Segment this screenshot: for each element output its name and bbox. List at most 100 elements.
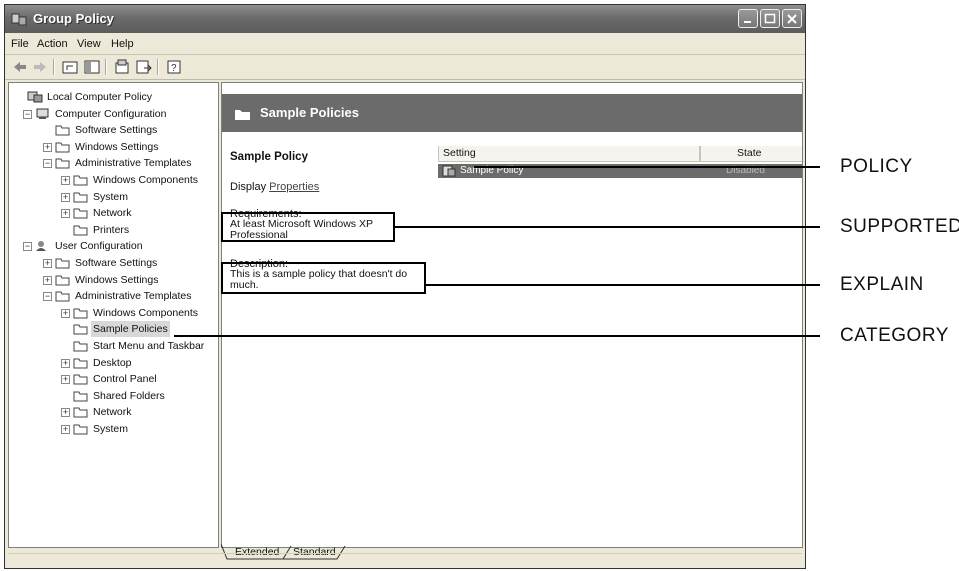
collapse-icon[interactable]: − xyxy=(23,109,32,119)
tree-item-label: Software Settings xyxy=(75,257,158,269)
folder-icon xyxy=(55,274,71,286)
supported-callout-line xyxy=(395,226,820,228)
title-bar[interactable]: Group Policy xyxy=(5,5,805,33)
expand-icon[interactable]: + xyxy=(61,209,70,219)
folder-icon xyxy=(73,423,89,435)
folder-icon xyxy=(73,357,89,369)
column-setting[interactable]: Setting xyxy=(438,146,700,162)
folder-icon xyxy=(55,157,71,169)
supported-callout-box xyxy=(221,212,395,242)
expand-icon[interactable]: + xyxy=(61,176,70,185)
group-policy-icon xyxy=(11,11,27,27)
tree-item-label: Local Computer Policy xyxy=(47,91,153,103)
explain-callout-line xyxy=(426,284,820,286)
tree-item-label: Printers xyxy=(93,223,130,236)
policy-setting-icon xyxy=(442,165,456,182)
details-pane: Sample Policies Sample Policy Display Pr… xyxy=(221,82,803,548)
supported-callout: SUPPORTED xyxy=(840,216,959,237)
tree-item-label: Sample Policies xyxy=(91,321,170,338)
tree-item-label: Software Settings xyxy=(75,124,158,137)
folder-icon xyxy=(234,107,252,124)
toolbar-separator xyxy=(157,59,159,75)
expand-icon[interactable]: + xyxy=(43,275,52,285)
svg-text:?: ? xyxy=(171,63,177,74)
menu-action[interactable]: Action xyxy=(37,38,68,50)
expand-icon[interactable]: + xyxy=(61,192,70,202)
properties-icon[interactable] xyxy=(113,58,131,76)
folder-icon xyxy=(55,257,71,269)
collapse-icon[interactable]: − xyxy=(43,292,52,302)
tree-item-label: Computer Configuration xyxy=(55,107,167,120)
collapse-icon[interactable]: − xyxy=(43,159,52,169)
tree-item-label: Desktop xyxy=(93,356,132,369)
policy-title: Sample Policy xyxy=(230,151,308,163)
computer-icon xyxy=(35,108,51,120)
folder-icon xyxy=(73,390,89,402)
tree-item-label: User Configuration xyxy=(55,240,143,253)
tree-item-label: Windows Components xyxy=(93,174,199,186)
expand-icon[interactable]: + xyxy=(43,142,52,152)
collapse-icon[interactable]: − xyxy=(23,242,32,252)
toolbar-separator xyxy=(105,59,107,75)
category-callout: CATEGORY xyxy=(840,325,949,346)
expand-icon[interactable]: + xyxy=(61,408,70,418)
tree-item-label: Administrative Templates xyxy=(75,157,192,170)
console-tree[interactable]: Local Computer Policy − Computer Configura… xyxy=(8,82,219,548)
folder-icon xyxy=(73,191,89,203)
folder-icon xyxy=(73,207,89,219)
menu-view[interactable]: View xyxy=(77,38,101,50)
tree-item-label: Windows Settings xyxy=(75,273,159,286)
tree-item-label: System xyxy=(93,190,129,203)
settings-list: Setting State Sample Policy Disabled xyxy=(434,133,802,533)
minimize-button[interactable] xyxy=(738,9,758,28)
column-state[interactable]: State xyxy=(700,146,802,162)
folder-icon xyxy=(55,124,71,136)
folder-icon xyxy=(73,224,89,236)
tree-item-label: Shared Folders xyxy=(93,389,165,402)
up-folder-icon[interactable] xyxy=(61,58,79,76)
folder-icon xyxy=(73,307,89,319)
toolbar-separator xyxy=(53,59,55,75)
show-hide-tree-icon[interactable] xyxy=(83,58,101,76)
export-list-icon[interactable] xyxy=(135,58,153,76)
tree-item-label: Network xyxy=(93,207,132,220)
policy-callout-line xyxy=(474,166,820,168)
folder-icon xyxy=(55,141,71,153)
folder-icon xyxy=(55,290,71,302)
folder-icon xyxy=(73,373,89,385)
tree-item-label: Network xyxy=(93,406,132,419)
tree-item-label: Control Panel xyxy=(93,373,157,386)
explain-callout: EXPLAIN xyxy=(840,274,924,295)
folder-icon xyxy=(73,406,89,418)
properties-link[interactable]: Properties xyxy=(269,181,319,193)
back-arrow-icon[interactable] xyxy=(11,58,29,76)
help-icon[interactable]: ? xyxy=(165,58,183,76)
tree-item-label: System xyxy=(93,423,129,435)
expand-icon[interactable]: + xyxy=(61,358,70,368)
folder-icon xyxy=(73,340,89,352)
menu-help[interactable]: Help xyxy=(111,38,134,50)
policy-callout: POLICY xyxy=(840,156,913,177)
explain-callout-box xyxy=(221,262,426,294)
window-title: Group Policy xyxy=(33,11,114,26)
tree-item-label: Windows Settings xyxy=(75,140,159,153)
expand-icon[interactable]: + xyxy=(61,425,70,434)
tree-item-label: Start Menu and Taskbar xyxy=(93,340,205,352)
expand-icon[interactable]: + xyxy=(61,308,70,318)
display-label: Display xyxy=(230,181,267,193)
user-icon xyxy=(35,240,51,252)
menu-bar: File Action View Help xyxy=(5,34,805,55)
category-callout-line xyxy=(174,335,820,337)
close-button[interactable] xyxy=(782,9,802,28)
forward-arrow-icon[interactable] xyxy=(31,58,49,76)
toolbar: ? xyxy=(5,55,805,80)
details-header: Sample Policies xyxy=(222,94,802,132)
status-bar xyxy=(8,553,802,567)
folder-icon xyxy=(73,174,89,186)
expand-icon[interactable]: + xyxy=(61,375,70,385)
details-title: Sample Policies xyxy=(260,105,359,120)
menu-file[interactable]: File xyxy=(11,38,29,50)
maximize-button[interactable] xyxy=(760,9,780,28)
expand-icon[interactable]: + xyxy=(43,259,52,268)
folder-icon xyxy=(73,323,89,335)
